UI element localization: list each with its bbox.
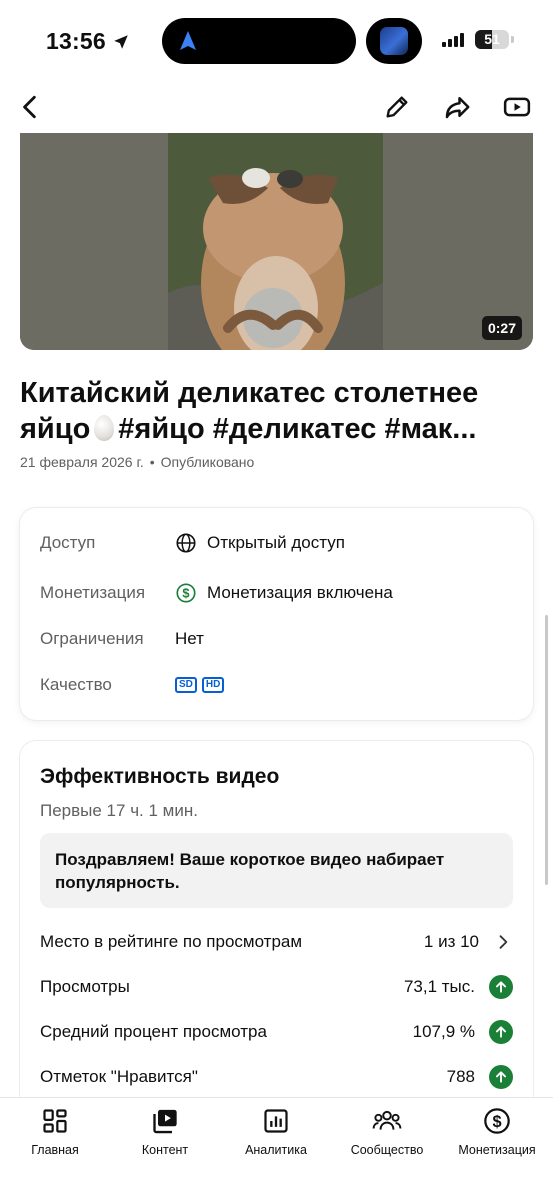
monetization-value: Монетизация включена [207,583,393,602]
nav-label: Аналитика [245,1143,307,1157]
youtube-play-icon [503,97,531,117]
access-label: Доступ [40,533,96,552]
video-meta: 21 февраля 2026 г. • Опубликовано [20,454,254,470]
watch-on-youtube-button[interactable] [500,90,534,124]
bottom-navigation: Главная Контент Аналитика Сообщество $ М… [0,1097,553,1200]
quality-row: Качество SD HD [40,672,513,698]
video-player[interactable]: 0:27 [20,133,533,350]
metric-row-views: Просмотры 73,1 тыс. [40,974,513,1000]
metric-row-ranking[interactable]: Место в рейтинге по просмотрам 1 из 10 [40,929,513,955]
status-bar: 13:56 51 [0,0,553,80]
battery-icon: 51 [475,30,509,49]
access-row: Доступ Открытый доступ [40,530,513,556]
chevron-left-icon [23,95,36,119]
media-thumbnail [380,27,408,55]
monetization-icon: $ [482,1106,512,1136]
metric-row-avg-view-percent: Средний процент просмотра 107,9 % [40,1019,513,1045]
nav-item-monetization[interactable]: $ Монетизация [442,1106,552,1157]
trend-up-icon [489,975,513,999]
metric-value: 73,1 тыс. [403,977,475,996]
battery-percent: 51 [484,31,500,47]
publish-date: 21 февраля 2026 г. [20,454,144,470]
video-letterbox-left [20,133,168,350]
video-title: Китайский деликатес столетнее яйцо #яйцо … [20,375,525,447]
metric-label: Место в рейтинге по просмотрам [40,932,303,951]
monkey-image [168,133,383,350]
trend-up-icon [489,1020,513,1044]
nav-label: Контент [141,1143,189,1157]
video-duration: 0:27 [481,316,522,340]
trend-up-icon [489,1065,513,1089]
quality-label: Качество [40,675,112,694]
clock-text: 13:56 [46,28,106,54]
share-icon [445,97,470,119]
content-icon [150,1106,180,1136]
performance-title: Эффективность видео [40,765,280,788]
nav-item-analytics[interactable]: Аналитика [221,1106,331,1157]
restrictions-row: Ограничения Нет [40,626,513,652]
hd-badge: HD [201,677,225,693]
pencil-icon [386,96,408,118]
status-time: 13:56 [46,28,130,55]
video-title-hashtags: #яйцо #деликатес #мак... [118,413,477,445]
congrats-banner: Поздравляем! Ваше короткое видео набирае… [40,833,513,908]
restrictions-value: Нет [175,629,204,648]
scrollbar[interactable] [545,615,548,885]
metric-label: Просмотры [40,977,130,996]
community-icon [372,1106,402,1136]
monetization-label: Монетизация [40,583,146,602]
nav-item-community[interactable]: Сообщество [332,1106,442,1157]
top-toolbar [0,84,553,130]
access-value: Открытый доступ [207,533,345,552]
dashboard-icon [40,1106,70,1136]
back-button[interactable] [13,90,47,124]
metric-label: Отметок "Нравится" [40,1067,198,1086]
dollar-circle-icon: $ [176,583,196,603]
performance-period: Первые 17 ч. 1 мин. [40,801,198,820]
publish-status: Опубликовано [160,454,255,470]
video-details-card: Доступ Открытый доступ Монетизация $ Мон… [20,508,533,720]
metric-row-likes: Отметок "Нравится" 788 [40,1064,513,1090]
battery-tip [511,36,514,43]
svg-text:$: $ [492,1113,501,1131]
svg-text:$: $ [182,586,189,601]
nav-label: Главная [31,1143,79,1157]
chevron-right-icon [499,935,508,949]
video-thumbnail [168,133,383,350]
dynamic-island [162,18,356,64]
metric-label: Средний процент просмотра [40,1022,267,1041]
cellular-signal-icon [442,33,464,47]
analytics-icon [261,1106,291,1136]
sd-badge: SD [175,677,197,693]
edit-button[interactable] [380,90,414,124]
nav-label: Сообщество [350,1143,424,1157]
share-button[interactable] [440,90,474,124]
nav-item-dashboard[interactable]: Главная [0,1106,110,1157]
metric-value: 788 [446,1067,475,1086]
metric-value: 1 из 10 [423,932,479,951]
location-arrow-icon [114,34,128,49]
nav-item-content[interactable]: Контент [110,1106,220,1157]
meta-separator: • [149,454,155,470]
egg-emoji-icon [94,415,115,441]
dynamic-island-media [366,18,422,64]
nav-label: Монетизация [458,1143,536,1157]
globe-icon [176,533,196,553]
restrictions-label: Ограничения [40,629,144,648]
navigation-arrow-icon [180,31,196,50]
monetization-row: Монетизация $ Монетизация включена [40,580,513,606]
metric-value: 107,9 % [412,1022,475,1041]
